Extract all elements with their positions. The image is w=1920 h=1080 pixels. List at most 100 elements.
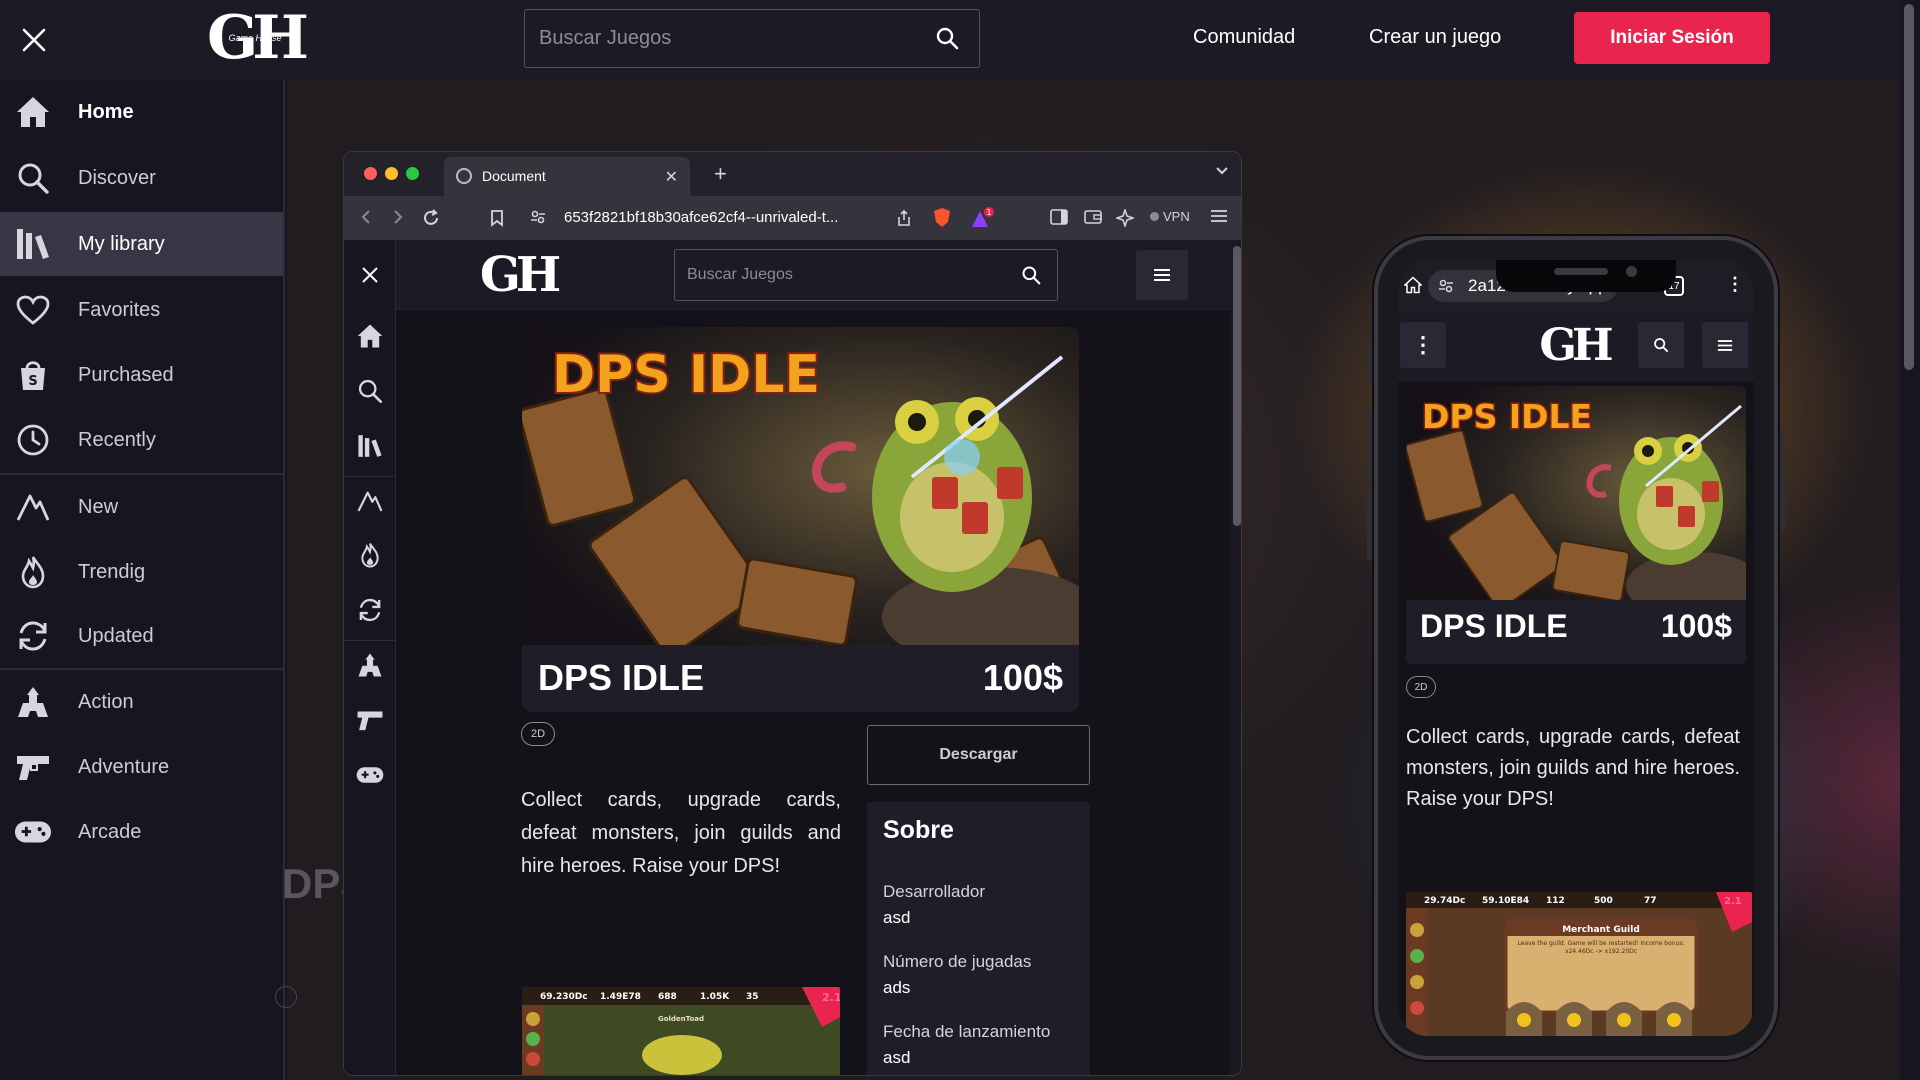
site-logo[interactable]: GH — [468, 246, 568, 304]
search-icon — [1654, 338, 1669, 353]
hamburger-menu-button[interactable] — [1136, 250, 1188, 300]
developer-label: Desarrollador — [883, 882, 986, 901]
more-options-icon[interactable]: ⋮ — [1726, 274, 1744, 295]
window-maximize-button[interactable] — [406, 167, 419, 180]
gun-icon[interactable] — [356, 706, 384, 734]
screenshot-stat: 1.49E78 — [600, 992, 641, 1002]
menu-icon[interactable] — [1210, 209, 1228, 223]
sidebar-item-recently[interactable]: Recently — [0, 408, 283, 472]
sidebar-item-label: Home — [78, 100, 134, 123]
browser-tab-strip: Document ✕ + — [344, 152, 1241, 196]
sidebar-item-trending[interactable]: Trendig — [0, 540, 283, 604]
phone-game-price: 100$ — [1660, 608, 1732, 644]
phone-screenshot-stat: 77 — [1644, 896, 1657, 906]
search-button[interactable] — [935, 26, 959, 50]
game-hero-card[interactable]: DPS IDLE DPS IDLE 100$ — [522, 327, 1079, 712]
share-icon[interactable] — [896, 209, 912, 227]
search-input[interactable] — [537, 10, 917, 67]
rail-divider — [344, 640, 396, 641]
vpn-button[interactable]: VPN — [1150, 209, 1190, 224]
forward-icon[interactable] — [390, 209, 406, 225]
search-button[interactable] — [1021, 265, 1041, 285]
phone-game-hero-card[interactable]: DPS IDLE DPS IDLE 100$ — [1406, 386, 1746, 664]
reload-icon[interactable] — [422, 209, 440, 227]
search-icon — [936, 27, 959, 50]
browser-page: GH Buscar Juegos DPS IDLE DPS IDLE 100$ … — [344, 240, 1241, 1076]
leo-ai-icon[interactable] — [1116, 209, 1134, 227]
sidebar-item-new[interactable]: New — [0, 475, 283, 539]
flame-icon[interactable] — [356, 541, 384, 569]
close-sidebar-button[interactable] — [356, 261, 384, 289]
action-icon[interactable] — [356, 651, 384, 679]
search-icon[interactable] — [356, 377, 384, 405]
scrollbar-thumb[interactable] — [1233, 246, 1241, 526]
phone-game-description: Collect cards, upgrade cards, defeat mon… — [1406, 726, 1740, 810]
back-icon[interactable] — [358, 209, 374, 225]
phone-gameplay-screenshot[interactable]: 29.74Dc 59.10E84 112 500 77 2.1 Merchant… — [1406, 892, 1752, 1036]
sidebar-item-adventure[interactable]: Adventure — [0, 735, 283, 799]
sidebar-item-home[interactable]: Home — [0, 80, 283, 144]
site-logo[interactable]: GH — [1524, 316, 1624, 376]
gameplay-screenshot[interactable]: 69.230Dc 1.49E78 688 1.05K 35 2.1 Golden… — [522, 987, 840, 1076]
sidebar-item-label: Action — [78, 690, 134, 713]
tab-close-icon[interactable]: ✕ — [665, 167, 678, 187]
phone-search-button[interactable] — [1638, 322, 1684, 368]
window-scrollbar[interactable] — [1900, 0, 1920, 1080]
svg-text:S: S — [28, 374, 37, 389]
sidebar-toggle-icon[interactable] — [1050, 209, 1068, 225]
library-icon[interactable] — [356, 432, 384, 460]
new-icon[interactable] — [356, 487, 384, 515]
bookmark-icon[interactable] — [490, 209, 504, 227]
login-button[interactable]: Iniciar Sesión — [1574, 12, 1770, 64]
new-tab-icon[interactable]: + — [714, 161, 727, 187]
site-settings-icon[interactable] — [530, 209, 546, 225]
globe-icon — [456, 168, 472, 184]
brave-rewards-icon[interactable]: 1 — [970, 207, 996, 229]
sidebar-item-purchased[interactable]: S Purchased — [0, 343, 283, 407]
window-close-button[interactable] — [364, 167, 377, 180]
phone-screenshot-stat: 29.74Dc — [1424, 896, 1465, 906]
site-settings-icon[interactable] — [1438, 278, 1454, 294]
sidebar-item-favorites[interactable]: Favorites — [0, 278, 283, 342]
flame-icon — [14, 553, 52, 591]
phone-camera — [1626, 266, 1637, 277]
site-logo[interactable]: GH Game House — [195, 2, 315, 74]
sidebar-item-arcade[interactable]: Arcade — [0, 800, 283, 864]
nav-link-community[interactable]: Comunidad — [1193, 26, 1295, 49]
page-scrollbar[interactable] — [1230, 240, 1241, 1075]
download-button[interactable]: Descargar — [867, 725, 1090, 785]
url-text[interactable]: 653f2821bf18b30afce62cf4--unrivaled-t... — [564, 209, 838, 226]
home-icon[interactable] — [356, 322, 384, 350]
window-scrollbar-thumb[interactable] — [1904, 4, 1914, 370]
phone-power-button — [1780, 430, 1785, 530]
tag-chip[interactable]: 2D — [521, 722, 555, 746]
refresh-icon[interactable] — [356, 596, 384, 624]
vpn-label: VPN — [1163, 209, 1190, 224]
phone-mute-button — [1367, 346, 1372, 386]
phone-screenshot-stat: 112 — [1546, 896, 1565, 906]
search-input[interactable] — [685, 250, 1005, 300]
sidebar-item-updated[interactable]: Updated — [0, 604, 283, 668]
sidebar-item-my-library[interactable]: My library — [0, 212, 283, 276]
nav-link-create-game[interactable]: Crear un juego — [1369, 26, 1501, 49]
phone-hamburger-button[interactable] — [1702, 322, 1748, 368]
window-minimize-button[interactable] — [385, 167, 398, 180]
tab-title: Document — [482, 168, 546, 184]
browser-tab[interactable]: Document ✕ — [444, 157, 690, 196]
close-sidebar-button[interactable] — [14, 20, 54, 60]
brave-shield-icon[interactable] — [933, 207, 951, 228]
screenshot-stat: 69.230Dc — [540, 992, 588, 1002]
screenshot-stat: 35 — [746, 992, 759, 1002]
sidebar-item-action[interactable]: Action — [0, 670, 283, 734]
home-icon[interactable] — [1404, 276, 1422, 294]
shopping-bag-icon: S — [14, 356, 52, 394]
tab-list-icon[interactable] — [1215, 166, 1229, 176]
wallet-icon[interactable] — [1084, 209, 1102, 225]
gamepad-icon[interactable] — [356, 761, 384, 789]
phone-screenshot-badge: 2.1 — [1724, 896, 1742, 907]
sidebar-item-discover[interactable]: Discover — [0, 146, 283, 210]
phone-menu-button[interactable]: ⋮ — [1400, 322, 1446, 368]
new-icon — [14, 488, 52, 526]
phone-tag-chip[interactable]: 2D — [1406, 676, 1436, 698]
sidebar-item-label: Discover — [78, 166, 156, 189]
